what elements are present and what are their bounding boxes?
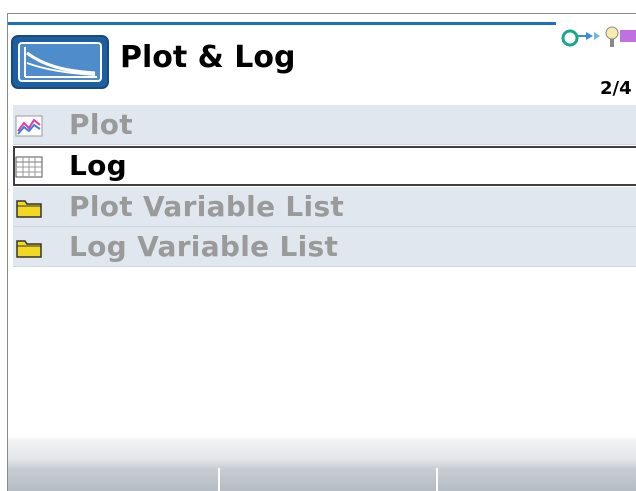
- menu-item-label: Log Variable List: [69, 230, 339, 263]
- menu-item-plot[interactable]: Plot: [13, 105, 636, 145]
- page-indicator: 2/4: [600, 78, 632, 99]
- menu-item-label: Log: [69, 149, 128, 182]
- page-title: Plot & Log: [120, 40, 296, 75]
- softkey-bar: [8, 438, 636, 491]
- plot-chart-icon: [15, 115, 43, 137]
- menu-item-label: Plot: [69, 108, 133, 141]
- softkey-2[interactable]: [220, 468, 436, 491]
- plot-log-app-icon: [11, 35, 109, 89]
- softkey-1[interactable]: [8, 468, 218, 491]
- folder-icon: [15, 197, 43, 219]
- menu-item-plot-variable-list[interactable]: Plot Variable List: [13, 187, 636, 227]
- screen: Plot & Log 2/4 Plot Log Plot Variable Li…: [0, 0, 636, 491]
- menu-item-label: Plot Variable List: [69, 190, 345, 223]
- softkey-divider: [436, 468, 438, 491]
- log-table-icon: [15, 156, 43, 178]
- status-icons: [556, 22, 636, 52]
- menu-item-log-variable-list[interactable]: Log Variable List: [13, 227, 636, 267]
- softkey-3[interactable]: [438, 468, 636, 491]
- softkey-divider: [218, 468, 220, 491]
- bluetooth-icon: [605, 26, 636, 47]
- connection-icon: [561, 29, 600, 47]
- folder-icon: [15, 237, 43, 259]
- menu-item-log[interactable]: Log: [13, 146, 636, 186]
